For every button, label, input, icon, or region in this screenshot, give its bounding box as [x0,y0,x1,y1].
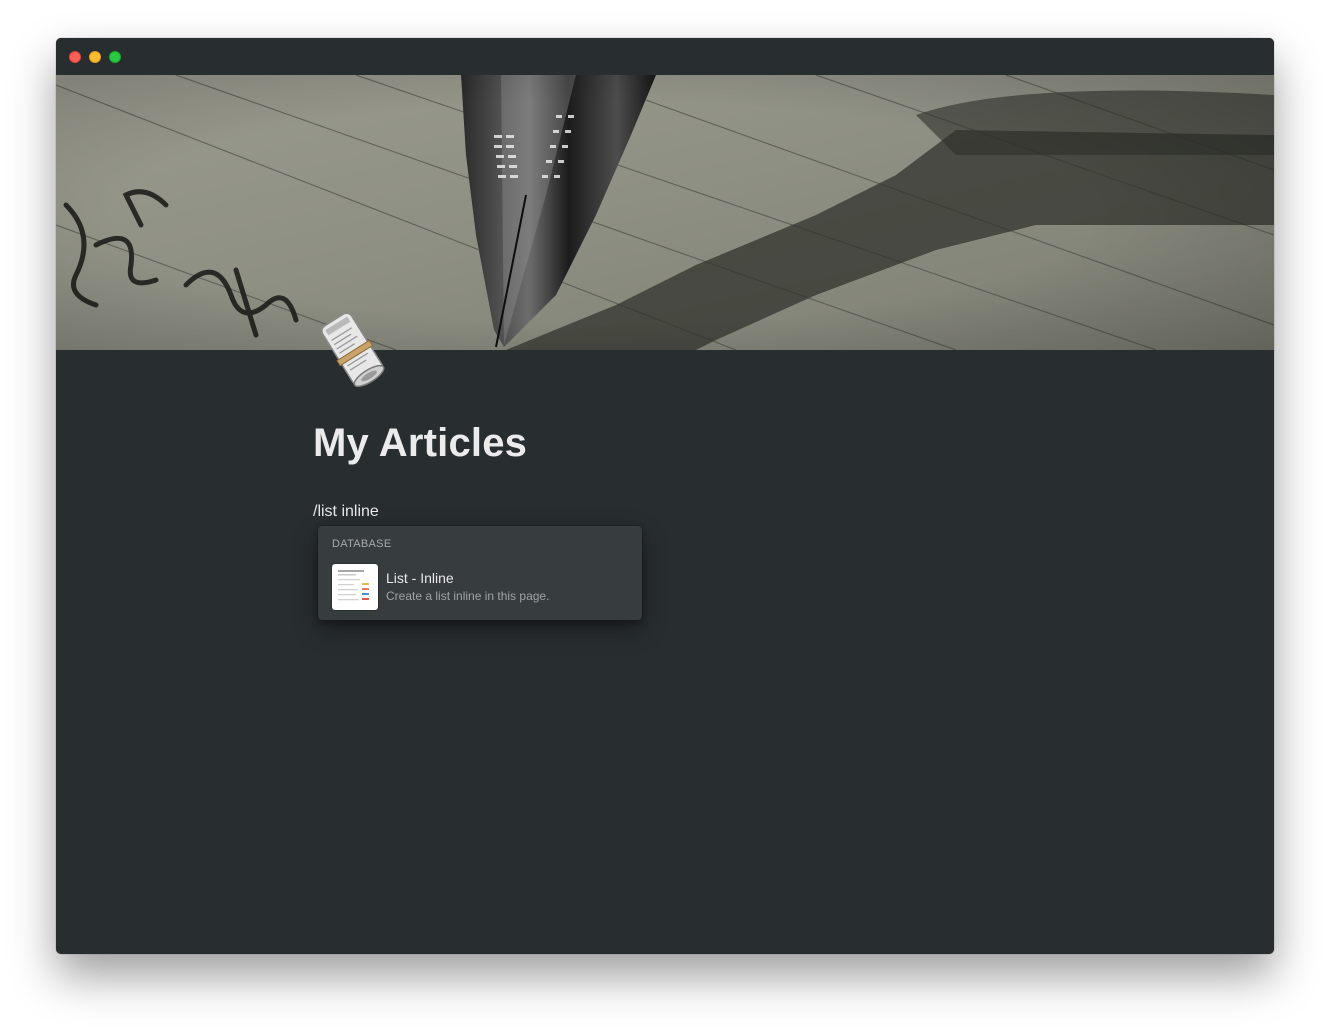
maximize-window-button[interactable] [109,51,121,63]
minimize-window-button[interactable] [89,51,101,63]
slash-command-menu: DATABASE List - Inline Create a list inl… [318,526,642,620]
menu-item-list-inline[interactable]: List - Inline Create a list inline in th… [318,556,642,612]
app-window: My Articles /list inline DATABASE List -… [56,38,1274,954]
page-cover-image[interactable] [56,75,1274,350]
menu-section-header: DATABASE [332,538,392,550]
list-database-thumbnail-icon [332,564,378,610]
rolled-newspaper-icon[interactable] [312,308,396,392]
title-bar [56,38,1274,75]
menu-item-description: Create a list inline in this page. [386,589,550,603]
page-title[interactable]: My Articles [313,421,527,466]
editor-text-line[interactable]: /list inline [313,503,379,521]
menu-item-title: List - Inline [386,570,454,586]
close-window-button[interactable] [69,51,81,63]
